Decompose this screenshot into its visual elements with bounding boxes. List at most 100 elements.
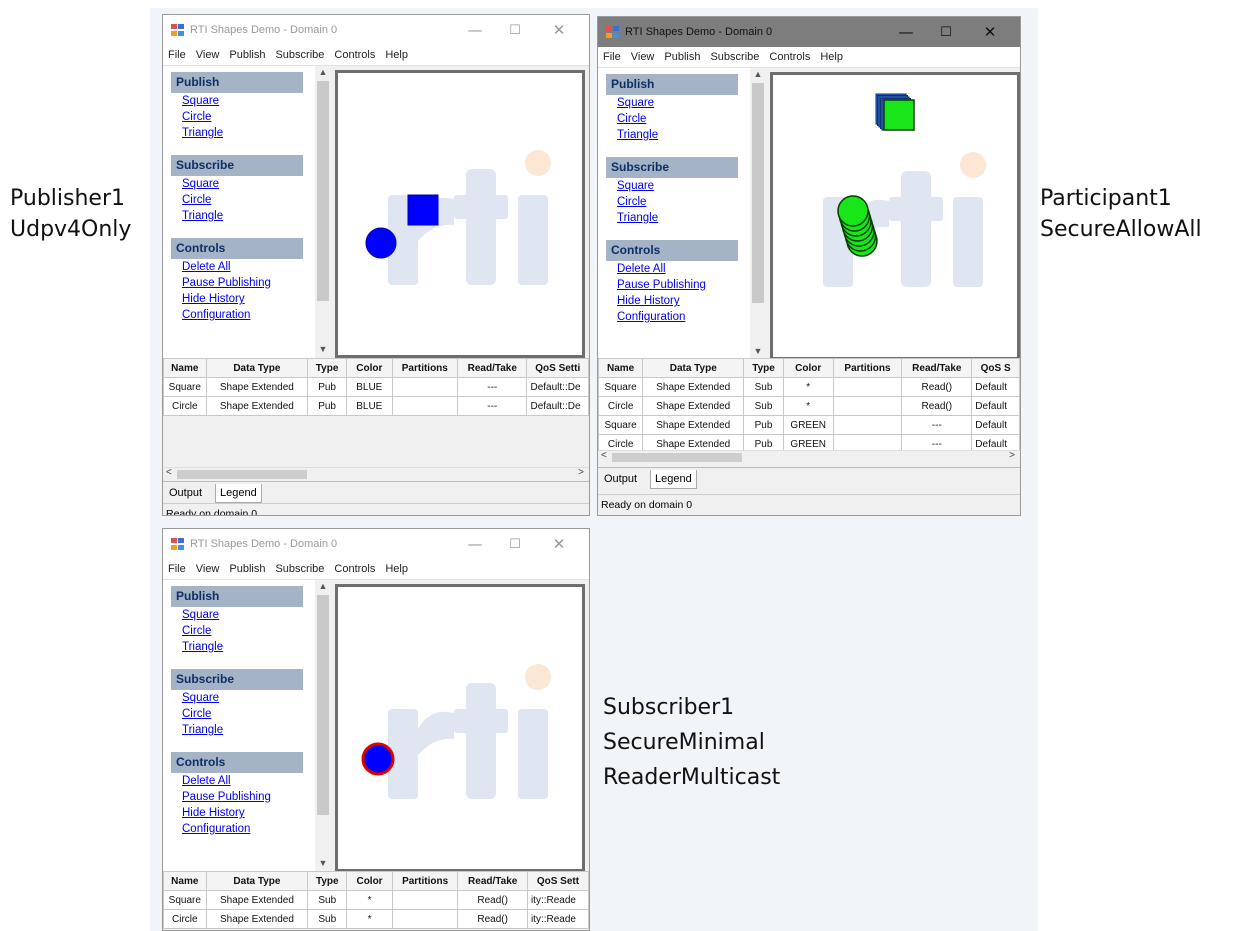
title-bar[interactable]: RTI Shapes Demo - Domain 0 — ☐ ✕ <box>598 17 1020 47</box>
minimize-icon[interactable]: — <box>455 529 495 559</box>
column-header[interactable]: Type <box>743 358 784 378</box>
column-header[interactable]: Data Type <box>642 358 745 378</box>
scroll-thumb[interactable] <box>317 81 329 301</box>
configuration-link[interactable]: Configuration <box>182 821 315 837</box>
menu-controls[interactable]: Controls <box>334 49 375 61</box>
subscribe-triangle-link[interactable]: Triangle <box>617 210 750 226</box>
menu-subscribe[interactable]: Subscribe <box>275 49 324 61</box>
menu-subscribe[interactable]: Subscribe <box>275 563 324 575</box>
menu-controls[interactable]: Controls <box>769 51 810 63</box>
table-row[interactable]: Square Shape Extended Pub GREEN --- Default <box>598 415 1020 435</box>
scroll-thumb[interactable] <box>177 470 307 479</box>
menu-view[interactable]: View <box>196 49 220 61</box>
subscribe-square-link[interactable]: Square <box>617 178 750 194</box>
delete-all-link[interactable]: Delete All <box>182 773 315 789</box>
column-header[interactable]: Color <box>782 358 834 378</box>
column-header[interactable]: Read/Take <box>901 358 973 378</box>
nav-scrollbar[interactable]: ▲ ▼ <box>750 68 766 361</box>
subscribe-triangle-link[interactable]: Triangle <box>182 722 315 738</box>
publish-triangle-link[interactable]: Triangle <box>617 127 750 143</box>
title-bar[interactable]: RTI Shapes Demo - Domain 0 — ☐ ✕ <box>163 529 589 559</box>
table-horizontal-scrollbar[interactable]: < > <box>598 450 1020 464</box>
column-header[interactable]: Name <box>163 871 207 891</box>
column-header[interactable]: Name <box>598 358 644 378</box>
subscribe-square-link[interactable]: Square <box>182 690 315 706</box>
nav-scrollbar[interactable]: ▲ ▼ <box>315 66 331 359</box>
delete-all-link[interactable]: Delete All <box>182 259 315 275</box>
shapes-canvas[interactable] <box>770 72 1020 360</box>
column-header[interactable]: Data Type <box>205 871 309 891</box>
tab-legend[interactable]: Legend <box>650 470 697 489</box>
publish-square-link[interactable]: Square <box>182 93 315 109</box>
shapes-canvas[interactable] <box>335 70 585 358</box>
column-header[interactable]: Name <box>163 358 207 378</box>
pause-publishing-link[interactable]: Pause Publishing <box>617 277 750 293</box>
nav-scrollbar[interactable]: ▲ ▼ <box>315 580 331 873</box>
shapes-demo-window-subscriber[interactable]: RTI Shapes Demo - Domain 0 — ☐ ✕ File Vi… <box>162 528 590 931</box>
close-icon[interactable]: ✕ <box>539 15 579 45</box>
menu-view[interactable]: View <box>196 563 220 575</box>
subscribe-circle-link[interactable]: Circle <box>182 192 315 208</box>
menu-help[interactable]: Help <box>820 51 843 63</box>
column-header[interactable]: Partitions <box>391 871 459 891</box>
menu-publish[interactable]: Publish <box>229 563 265 575</box>
tab-legend[interactable]: Legend <box>215 484 262 503</box>
shapes-canvas[interactable] <box>335 584 585 872</box>
menu-view[interactable]: View <box>631 51 655 63</box>
scroll-left-icon[interactable]: < <box>601 450 607 461</box>
scroll-thumb[interactable] <box>317 595 329 815</box>
table-row[interactable]: Square Shape Extended Sub * Read() Default <box>598 377 1020 397</box>
subscribe-circle-link[interactable]: Circle <box>182 706 315 722</box>
delete-all-link[interactable]: Delete All <box>617 261 750 277</box>
column-header[interactable]: Partitions <box>391 358 459 378</box>
table-row[interactable]: Circle Shape Extended Pub BLUE --- Default::D… <box>163 396 589 416</box>
table-row[interactable]: Circle Shape Extended Sub * Read() ity::Reade <box>163 909 589 929</box>
menu-file[interactable]: File <box>603 51 621 63</box>
column-header[interactable]: Color <box>346 358 393 378</box>
hide-history-link[interactable]: Hide History <box>182 805 315 821</box>
scroll-thumb[interactable] <box>752 83 764 303</box>
menu-publish[interactable]: Publish <box>664 51 700 63</box>
column-header[interactable]: QoS Sett <box>526 871 589 891</box>
shapes-demo-window-publisher[interactable]: RTI Shapes Demo - Domain 0 — ☐ ✕ File Vi… <box>162 14 590 516</box>
publish-triangle-link[interactable]: Triangle <box>182 639 315 655</box>
pause-publishing-link[interactable]: Pause Publishing <box>182 789 315 805</box>
tab-output[interactable]: Output <box>600 470 641 488</box>
configuration-link[interactable]: Configuration <box>617 309 750 325</box>
column-header[interactable]: Read/Take <box>457 871 528 891</box>
maximize-icon[interactable]: ☐ <box>495 15 535 45</box>
column-header[interactable]: Type <box>307 358 348 378</box>
table-row[interactable]: Square Shape Extended Sub * Read() ity::Reade <box>163 890 589 910</box>
column-header[interactable]: Data Type <box>205 358 309 378</box>
scroll-up-icon[interactable]: ▲ <box>750 69 766 83</box>
publish-circle-link[interactable]: Circle <box>182 623 315 639</box>
maximize-icon[interactable]: ☐ <box>495 529 535 559</box>
menu-file[interactable]: File <box>168 49 186 61</box>
scroll-right-icon[interactable]: > <box>578 467 584 478</box>
menu-subscribe[interactable]: Subscribe <box>710 51 759 63</box>
column-header[interactable]: Color <box>346 871 393 891</box>
scroll-down-icon[interactable]: ▼ <box>315 858 331 872</box>
column-header[interactable]: QoS Setti <box>526 358 589 378</box>
publish-circle-link[interactable]: Circle <box>182 109 315 125</box>
configuration-link[interactable]: Configuration <box>182 307 315 323</box>
column-header[interactable]: Type <box>307 871 348 891</box>
menu-controls[interactable]: Controls <box>334 563 375 575</box>
subscribe-circle-link[interactable]: Circle <box>617 194 750 210</box>
scroll-up-icon[interactable]: ▲ <box>315 581 331 595</box>
scroll-up-icon[interactable]: ▲ <box>315 67 331 81</box>
menu-help[interactable]: Help <box>385 563 408 575</box>
scroll-left-icon[interactable]: < <box>166 467 172 478</box>
menu-publish[interactable]: Publish <box>229 49 265 61</box>
table-row[interactable]: Circle Shape Extended Sub * Read() Default <box>598 396 1020 416</box>
publish-square-link[interactable]: Square <box>182 607 315 623</box>
scroll-down-icon[interactable]: ▼ <box>315 344 331 358</box>
scroll-thumb[interactable] <box>612 453 742 462</box>
minimize-icon[interactable]: — <box>886 17 926 47</box>
scroll-right-icon[interactable]: > <box>1009 450 1015 461</box>
close-icon[interactable]: ✕ <box>539 529 579 559</box>
menu-file[interactable]: File <box>168 563 186 575</box>
tab-output[interactable]: Output <box>165 484 206 502</box>
pause-publishing-link[interactable]: Pause Publishing <box>182 275 315 291</box>
hide-history-link[interactable]: Hide History <box>617 293 750 309</box>
